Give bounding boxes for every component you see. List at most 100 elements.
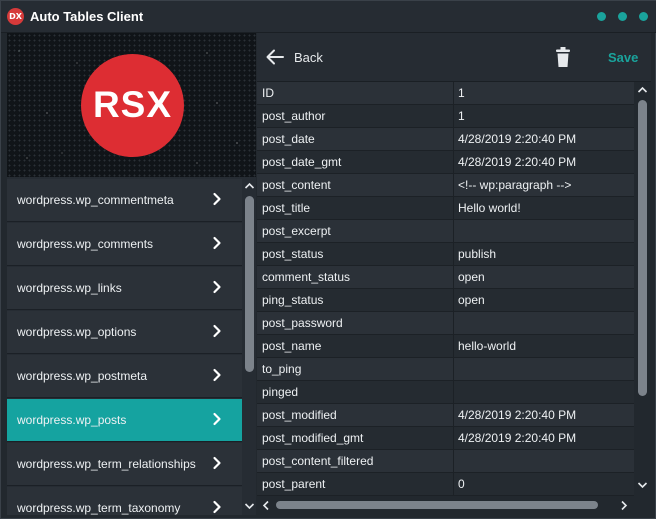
grid-vertical-scrollbar[interactable] [634, 82, 651, 496]
window-dot-icon[interactable] [639, 12, 648, 21]
field-row[interactable]: pinged [257, 381, 634, 404]
sidebar-item[interactable]: wordpress.wp_commentmeta [7, 179, 242, 222]
scroll-down-icon[interactable] [637, 480, 648, 490]
field-row[interactable]: ping_status open [257, 289, 634, 312]
sidebar-item[interactable]: wordpress.wp_posts [7, 399, 242, 442]
table-list: wordpress.wp_commentmeta wordpress.wp_com… [7, 179, 242, 515]
field-name: post_title [262, 201, 311, 215]
field-name: post_date_gmt [262, 155, 342, 169]
column-divider [453, 174, 454, 197]
field-value[interactable]: 4/28/2019 2:20:40 PM [458, 132, 576, 146]
field-value[interactable]: open [458, 270, 485, 284]
field-row[interactable]: post_password [257, 312, 634, 335]
column-divider [453, 381, 454, 404]
sidebar-item-label: wordpress.wp_postmeta [17, 369, 148, 383]
app-logo-icon: DX [7, 8, 24, 25]
window-dot-icon[interactable] [618, 12, 627, 21]
grid-horizontal-scroll-thumb[interactable] [276, 501, 598, 509]
arrow-left-icon[interactable] [265, 48, 285, 66]
field-value[interactable]: hello-world [458, 339, 516, 353]
field-value[interactable]: 1 [458, 86, 465, 100]
grid-horizontal-scrollbar[interactable] [257, 496, 634, 513]
column-divider [453, 473, 454, 496]
scroll-down-icon[interactable] [244, 501, 255, 511]
field-name: post_excerpt [262, 224, 331, 238]
sidebar-item[interactable]: wordpress.wp_postmeta [7, 355, 242, 398]
save-button[interactable]: Save [608, 50, 638, 65]
rsx-logo-text: RSX [92, 84, 173, 125]
scroll-left-icon[interactable] [261, 500, 271, 511]
field-row[interactable]: post_date 4/28/2019 2:20:40 PM [257, 128, 634, 151]
field-name: post_modified_gmt [262, 431, 364, 445]
sidebar-item-label: wordpress.wp_links [17, 281, 122, 295]
field-value[interactable]: Hello world! [458, 201, 521, 215]
sidebar-item-label: wordpress.wp_posts [17, 413, 127, 427]
field-name: post_date [262, 132, 315, 146]
chevron-right-icon [211, 234, 223, 252]
scroll-up-icon[interactable] [637, 85, 648, 95]
sidebar-item-label: wordpress.wp_options [17, 325, 137, 339]
field-row[interactable]: post_parent 0 [257, 473, 634, 496]
column-divider [453, 427, 454, 450]
column-divider [453, 358, 454, 381]
field-name: ping_status [262, 293, 324, 307]
field-row[interactable]: post_excerpt [257, 220, 634, 243]
sidebar-scrollbar[interactable] [243, 179, 256, 515]
scroll-right-icon[interactable] [619, 500, 629, 511]
field-value[interactable]: open [458, 293, 485, 307]
field-value[interactable]: 1 [458, 109, 465, 123]
scroll-up-icon[interactable] [244, 181, 255, 191]
sidebar-item[interactable]: wordpress.wp_options [7, 311, 242, 354]
tables-sidebar: RSX wordpress.wp_commentmeta wordpress.wp… [7, 33, 256, 515]
column-divider [453, 197, 454, 220]
field-value[interactable]: <!-- wp:paragraph --> [458, 178, 571, 192]
column-divider [453, 266, 454, 289]
column-divider [453, 243, 454, 266]
record-grid: ID 1 post_author 1 post_date 4/28/2019 2:20:4… [257, 82, 634, 496]
window-dot-icon[interactable] [597, 12, 606, 21]
field-name: ID [262, 86, 274, 100]
field-row[interactable]: post_content_filtered [257, 450, 634, 473]
sidebar-item[interactable]: wordpress.wp_term_taxonomy [7, 487, 242, 515]
field-row[interactable]: ID 1 [257, 82, 634, 105]
sidebar-item[interactable]: wordpress.wp_term_relationships [7, 443, 242, 486]
chevron-right-icon [211, 498, 223, 515]
field-row[interactable]: comment_status open [257, 266, 634, 289]
field-row[interactable]: post_content <!-- wp:paragraph --> [257, 174, 634, 197]
sidebar-item[interactable]: wordpress.wp_comments [7, 223, 242, 266]
chevron-right-icon [211, 190, 223, 208]
field-row[interactable]: post_date_gmt 4/28/2019 2:20:40 PM [257, 151, 634, 174]
back-button[interactable]: Back [294, 50, 323, 65]
field-name: to_ping [262, 362, 302, 376]
field-name: post_name [262, 339, 322, 353]
field-value[interactable]: 4/28/2019 2:20:40 PM [458, 431, 576, 445]
field-name: pinged [262, 385, 299, 399]
field-row[interactable]: post_status publish [257, 243, 634, 266]
chevron-right-icon [211, 366, 223, 384]
chevron-right-icon [211, 278, 223, 296]
trash-icon[interactable] [555, 46, 571, 68]
field-row[interactable]: post_modified_gmt 4/28/2019 2:20:40 PM [257, 427, 634, 450]
field-row[interactable]: post_title Hello world! [257, 197, 634, 220]
sidebar-item[interactable]: wordpress.wp_links [7, 267, 242, 310]
field-name: post_content [262, 178, 331, 192]
chevron-right-icon [211, 322, 223, 340]
sidebar-item-label: wordpress.wp_comments [17, 237, 154, 251]
column-divider [453, 335, 454, 358]
grid-vertical-scroll-thumb[interactable] [638, 100, 647, 396]
sidebar-item-label: wordpress.wp_term_taxonomy [17, 501, 181, 515]
field-row[interactable]: post_modified 4/28/2019 2:20:40 PM [257, 404, 634, 427]
field-value[interactable]: 0 [458, 477, 465, 491]
window-title: Auto Tables Client [30, 9, 144, 24]
field-value[interactable]: 4/28/2019 2:20:40 PM [458, 155, 576, 169]
sidebar-scroll-thumb[interactable] [245, 196, 254, 372]
field-row[interactable]: to_ping [257, 358, 634, 381]
field-row[interactable]: post_author 1 [257, 105, 634, 128]
field-name: post_author [262, 109, 326, 123]
field-name: post_content_filtered [262, 454, 374, 468]
field-value[interactable]: 4/28/2019 2:20:40 PM [458, 408, 576, 422]
title-bar[interactable]: DX Auto Tables Client [1, 1, 656, 33]
sidebar-item-label: wordpress.wp_commentmeta [17, 193, 174, 207]
field-value[interactable]: publish [458, 247, 496, 261]
field-row[interactable]: post_name hello-world [257, 335, 634, 358]
